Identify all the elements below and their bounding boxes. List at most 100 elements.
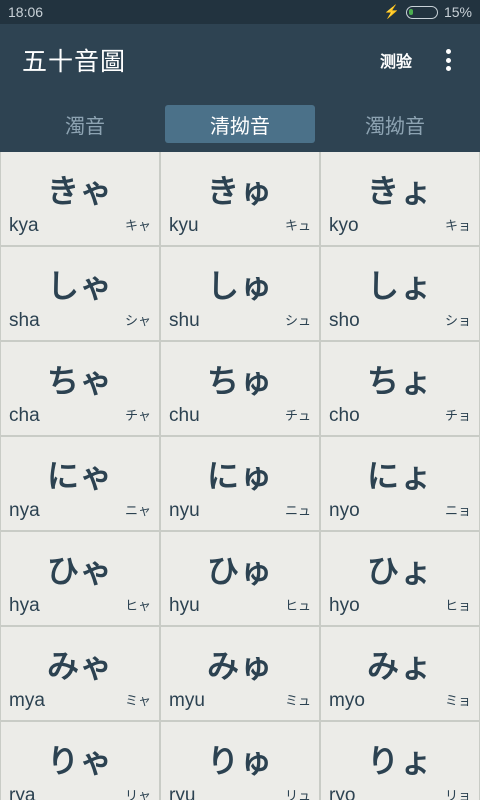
- katakana-label: シャ: [124, 314, 151, 329]
- hiragana-label: きょ: [366, 172, 433, 210]
- katakana-label: リャ: [124, 789, 151, 800]
- tab-dakuyouon[interactable]: 濁拗音: [320, 105, 470, 143]
- romaji-label: hya: [9, 595, 40, 616]
- tab-dakuon[interactable]: 濁音: [10, 105, 160, 143]
- katakana-label: ヒュ: [284, 599, 311, 614]
- kana-cell[interactable]: りゅ ryu リュ: [161, 722, 319, 800]
- romaji-label: mya: [9, 690, 45, 711]
- kana-cell[interactable]: ひゃ hya ヒャ: [1, 532, 159, 625]
- kana-cell[interactable]: しゅ shu シュ: [161, 247, 319, 340]
- romaji-label: nyo: [329, 500, 360, 521]
- kana-cell[interactable]: ひゅ hyu ヒュ: [161, 532, 319, 625]
- romaji-label: hyo: [329, 595, 360, 616]
- katakana-label: リュ: [284, 789, 311, 800]
- hiragana-label: しょ: [366, 267, 433, 305]
- tab-seiyouon[interactable]: 清拗音: [165, 105, 315, 143]
- romaji-label: kyu: [169, 215, 199, 236]
- katakana-label: チャ: [125, 409, 151, 424]
- battery-icon: [405, 5, 438, 19]
- romaji-label: chu: [169, 405, 200, 426]
- katakana-label: ニャ: [124, 504, 151, 519]
- kana-cell[interactable]: きゅ kyu キュ: [161, 152, 319, 245]
- app-bar: 五十音圖 测验: [0, 24, 480, 96]
- katakana-label: ヒャ: [124, 599, 151, 614]
- kana-cell[interactable]: ちょ cho チョ: [321, 342, 479, 435]
- hiragana-label: しゃ: [46, 267, 113, 305]
- status-indicators: ⚡ 15%: [384, 4, 472, 20]
- katakana-label: ミョ: [444, 694, 471, 709]
- katakana-label: キョ: [444, 219, 471, 234]
- kana-cell[interactable]: にゃ nya ニャ: [1, 437, 159, 530]
- katakana-label: キュ: [284, 219, 311, 234]
- more-options-icon[interactable]: [438, 46, 458, 74]
- katakana-label: ミャ: [124, 694, 151, 709]
- hiragana-label: にょ: [366, 457, 433, 495]
- katakana-label: ショ: [444, 314, 471, 329]
- page-title: 五十音圖: [22, 47, 127, 76]
- hiragana-label: りょ: [366, 742, 433, 780]
- kana-cell[interactable]: りゃ rya リャ: [1, 722, 159, 800]
- status-bar: 18:06 ⚡ 15%: [0, 0, 480, 24]
- romaji-label: nya: [9, 500, 40, 521]
- battery-percent: 15%: [443, 4, 472, 20]
- romaji-label: sho: [329, 310, 360, 331]
- hiragana-label: ちゅ: [206, 362, 273, 400]
- romaji-label: kya: [9, 215, 39, 236]
- romaji-label: sha: [9, 310, 40, 331]
- hiragana-label: みゃ: [46, 647, 113, 685]
- katakana-label: チュ: [284, 409, 311, 424]
- romaji-label: kyo: [329, 215, 359, 236]
- hiragana-label: みょ: [366, 647, 433, 685]
- hiragana-label: きゃ: [46, 172, 113, 210]
- romaji-label: cho: [329, 405, 360, 426]
- romaji-label: myo: [329, 690, 365, 711]
- hiragana-label: にゅ: [206, 457, 273, 495]
- status-time: 18:06: [8, 4, 44, 20]
- katakana-label: シュ: [284, 314, 311, 329]
- kana-cell[interactable]: りょ ryo リョ: [321, 722, 479, 800]
- charging-icon: ⚡: [383, 4, 400, 19]
- tab-bar: 濁音 清拗音 濁拗音: [0, 96, 480, 152]
- kana-cell[interactable]: きゃ kya キャ: [1, 152, 159, 245]
- katakana-label: ニュ: [284, 504, 311, 519]
- kana-cell[interactable]: しょ sho ショ: [321, 247, 479, 340]
- hiragana-label: ひゃ: [46, 552, 113, 590]
- hiragana-label: りゃ: [46, 742, 113, 780]
- romaji-label: myu: [169, 690, 205, 711]
- hiragana-label: ひょ: [366, 552, 433, 590]
- romaji-label: ryo: [329, 785, 356, 800]
- kana-cell[interactable]: ちゅ chu チュ: [161, 342, 319, 435]
- katakana-label: ニョ: [444, 504, 471, 519]
- quiz-button[interactable]: 测验: [380, 48, 412, 72]
- hiragana-label: りゅ: [206, 742, 273, 780]
- katakana-label: キャ: [124, 219, 151, 234]
- katakana-label: チョ: [444, 409, 471, 424]
- katakana-label: ミュ: [284, 694, 311, 709]
- hiragana-label: しゅ: [206, 267, 273, 305]
- kana-cell[interactable]: ちゃ cha チャ: [1, 342, 159, 435]
- romaji-label: nyu: [169, 500, 200, 521]
- katakana-label: リョ: [444, 789, 471, 800]
- hiragana-label: ひゅ: [206, 552, 273, 590]
- romaji-label: hyu: [169, 595, 200, 616]
- battery-fill: [408, 8, 413, 15]
- romaji-label: rya: [9, 785, 36, 800]
- hiragana-label: にゃ: [46, 457, 113, 495]
- hiragana-label: みゅ: [206, 647, 273, 685]
- katakana-label: ヒョ: [444, 599, 471, 614]
- hiragana-label: ちょ: [366, 362, 433, 400]
- kana-cell[interactable]: きょ kyo キョ: [321, 152, 479, 245]
- romaji-label: cha: [9, 405, 40, 426]
- kana-grid: きゃ kya キャ きゅ kyu キュ きょ kyo キョしゃ sha シャ しゅ shu シュ しょ sho…: [0, 152, 480, 800]
- kana-cell[interactable]: ひょ hyo ヒョ: [321, 532, 479, 625]
- kana-cell[interactable]: みょ myo ミョ: [321, 627, 479, 720]
- hiragana-label: ちゃ: [46, 362, 113, 400]
- hiragana-label: きゅ: [206, 172, 273, 210]
- kana-cell[interactable]: にょ nyo ニョ: [321, 437, 479, 530]
- kana-cell[interactable]: みゅ myu ミュ: [161, 627, 319, 720]
- kana-cell[interactable]: にゅ nyu ニュ: [161, 437, 319, 530]
- romaji-label: ryu: [169, 785, 196, 800]
- romaji-label: shu: [169, 310, 200, 331]
- kana-cell[interactable]: しゃ sha シャ: [1, 247, 159, 340]
- kana-cell[interactable]: みゃ mya ミャ: [1, 627, 159, 720]
